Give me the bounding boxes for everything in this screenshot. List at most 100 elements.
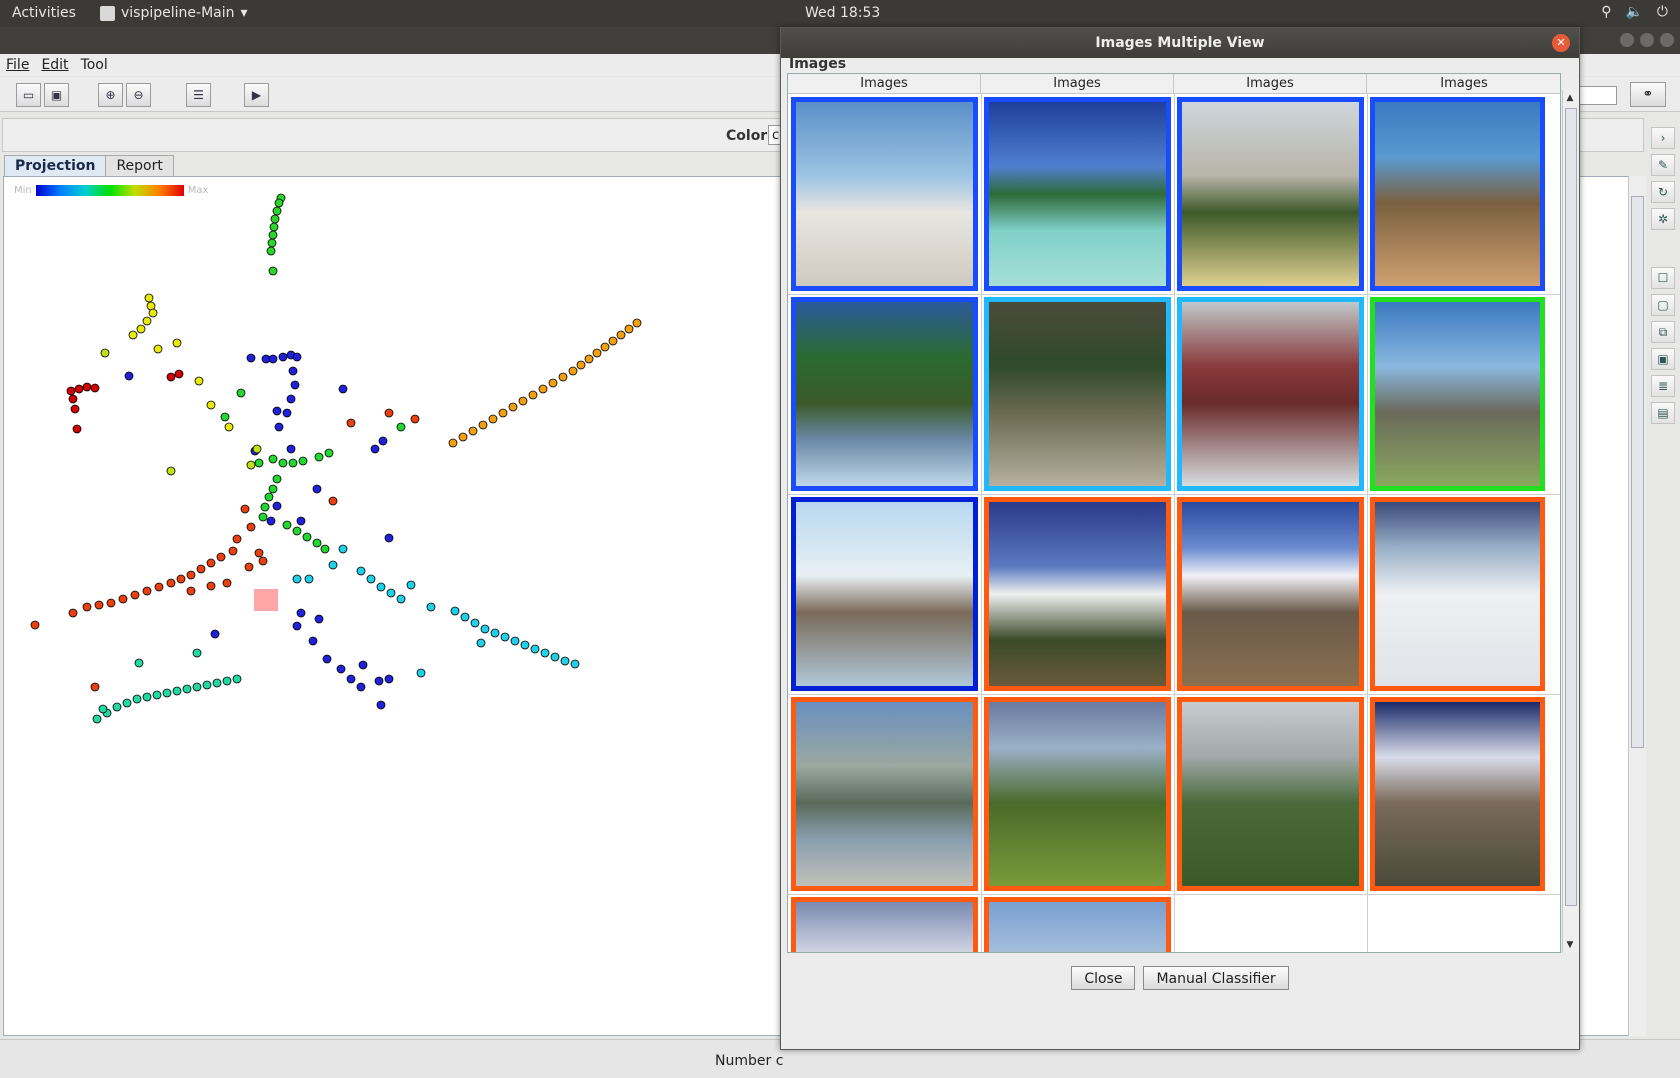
close-icon[interactable] — [1660, 33, 1674, 47]
aerial-clouds-icon[interactable] — [984, 897, 1171, 952]
scatter-point[interactable] — [274, 198, 284, 208]
system-tray[interactable]: ⚲ 🔈 ⏻ — [1601, 4, 1668, 20]
side-tool-edit[interactable]: ✎ — [1651, 154, 1675, 176]
menu-tool[interactable]: Tool — [81, 57, 108, 73]
scatter-point[interactable] — [244, 562, 254, 572]
scatter-point[interactable] — [406, 580, 416, 590]
menu-file[interactable]: File — [6, 57, 29, 73]
image-cell[interactable] — [981, 494, 1174, 694]
close-button[interactable]: Close — [1071, 966, 1136, 990]
clock[interactable]: Wed 18:53 — [805, 5, 880, 21]
scatter-point[interactable] — [478, 420, 488, 430]
snowy-mountain-icon[interactable] — [1177, 497, 1364, 691]
scatter-point[interactable] — [268, 454, 278, 464]
scatter-point[interactable] — [134, 658, 144, 668]
scatter-point[interactable] — [153, 344, 163, 354]
scatter-point[interactable] — [312, 538, 322, 548]
scatter-point[interactable] — [246, 522, 256, 532]
scatter-point[interactable] — [272, 406, 282, 416]
scatter-point[interactable] — [206, 400, 216, 410]
scatter-point[interactable] — [374, 676, 384, 686]
scatter-point[interactable] — [216, 552, 226, 562]
projection-scrollbar[interactable] — [1628, 176, 1646, 1036]
scatter-point[interactable] — [308, 636, 318, 646]
scatter-point[interactable] — [538, 384, 548, 394]
image-cell[interactable] — [1174, 294, 1367, 494]
image-cell[interactable] — [981, 894, 1174, 952]
scatter-point[interactable] — [130, 590, 140, 600]
scatter-point[interactable] — [264, 492, 274, 502]
find-button[interactable]: ⚭ — [1630, 82, 1666, 107]
scatter-point[interactable] — [416, 668, 426, 678]
scatter-point[interactable] — [192, 648, 202, 658]
scatter-point[interactable] — [450, 606, 460, 616]
scroll-up-icon[interactable]: ▲ — [1565, 93, 1575, 103]
scatter-point[interactable] — [356, 566, 366, 576]
scatter-point[interactable] — [376, 700, 386, 710]
scatter-point[interactable] — [384, 408, 394, 418]
scatter-point[interactable] — [152, 690, 162, 700]
dialog-title[interactable]: Images Multiple View — [781, 28, 1579, 58]
scatter-point[interactable] — [384, 674, 394, 684]
scatter-point[interactable] — [162, 688, 172, 698]
green-hills-icon[interactable] — [1177, 697, 1364, 891]
column-header[interactable]: Images — [1367, 74, 1560, 94]
projection-scatter[interactable] — [4, 177, 764, 1037]
scatter-point[interactable] — [508, 402, 518, 412]
scatter-point[interactable] — [172, 686, 182, 696]
scatter-point[interactable] — [358, 660, 368, 670]
scatter-point[interactable] — [100, 348, 110, 358]
scatter-point[interactable] — [328, 560, 338, 570]
scatter-point[interactable] — [302, 532, 312, 542]
scatter-point[interactable] — [82, 602, 92, 612]
scatter-point[interactable] — [500, 632, 510, 642]
scatter-point[interactable] — [530, 644, 540, 654]
scatter-point[interactable] — [288, 366, 298, 376]
scatter-point[interactable] — [136, 324, 146, 334]
maximize-icon[interactable] — [1640, 33, 1654, 47]
scatter-point[interactable] — [490, 628, 500, 638]
scatter-point[interactable] — [356, 682, 366, 692]
scatter-point[interactable] — [82, 382, 92, 392]
scroll-down-icon[interactable]: ▼ — [1565, 940, 1575, 950]
scatter-point[interactable] — [272, 206, 282, 216]
scatter-point[interactable] — [166, 466, 176, 476]
scatter-point[interactable] — [192, 682, 202, 692]
scatter-point[interactable] — [90, 682, 100, 692]
scatter-point[interactable] — [338, 384, 348, 394]
scatter-point[interactable] — [386, 588, 396, 598]
scatter-point[interactable] — [270, 214, 280, 224]
scatter-point[interactable] — [384, 533, 394, 543]
scatter-point[interactable] — [274, 422, 284, 432]
scatter-point[interactable] — [72, 424, 82, 434]
scatter-point[interactable] — [568, 366, 578, 376]
scatter-point[interactable] — [282, 408, 292, 418]
side-tool-list[interactable]: ≣ — [1651, 375, 1675, 397]
column-header[interactable]: Images — [981, 74, 1174, 94]
image-cell[interactable] — [1367, 694, 1548, 894]
scatter-point[interactable] — [92, 714, 102, 724]
tab-report[interactable]: Report — [105, 155, 174, 176]
scatter-point[interactable] — [267, 238, 277, 248]
image-cell[interactable] — [981, 94, 1174, 294]
scatter-point[interactable] — [194, 376, 204, 386]
scatter-point[interactable] — [518, 396, 528, 406]
image-cell[interactable] — [788, 894, 981, 952]
scatter-point[interactable] — [558, 372, 568, 382]
scatter-point[interactable] — [268, 484, 278, 494]
beach-people-icon[interactable] — [791, 97, 978, 291]
scatter-point[interactable] — [292, 526, 302, 536]
save-button[interactable]: ▣ — [44, 83, 69, 107]
scatter-point[interactable] — [304, 574, 314, 584]
scatter-point[interactable] — [268, 266, 278, 276]
scatter-point[interactable] — [220, 412, 230, 422]
column-header[interactable]: Images — [788, 74, 981, 94]
scatter-point[interactable] — [600, 342, 610, 352]
scatter-point[interactable] — [176, 574, 186, 584]
scatter-point[interactable] — [616, 330, 626, 340]
scatter-point[interactable] — [312, 484, 322, 494]
scatter-point[interactable] — [272, 474, 282, 484]
scatter-point[interactable] — [232, 534, 242, 544]
palm-huts-icon[interactable] — [791, 297, 978, 491]
open-button[interactable]: ▭ — [16, 83, 41, 107]
